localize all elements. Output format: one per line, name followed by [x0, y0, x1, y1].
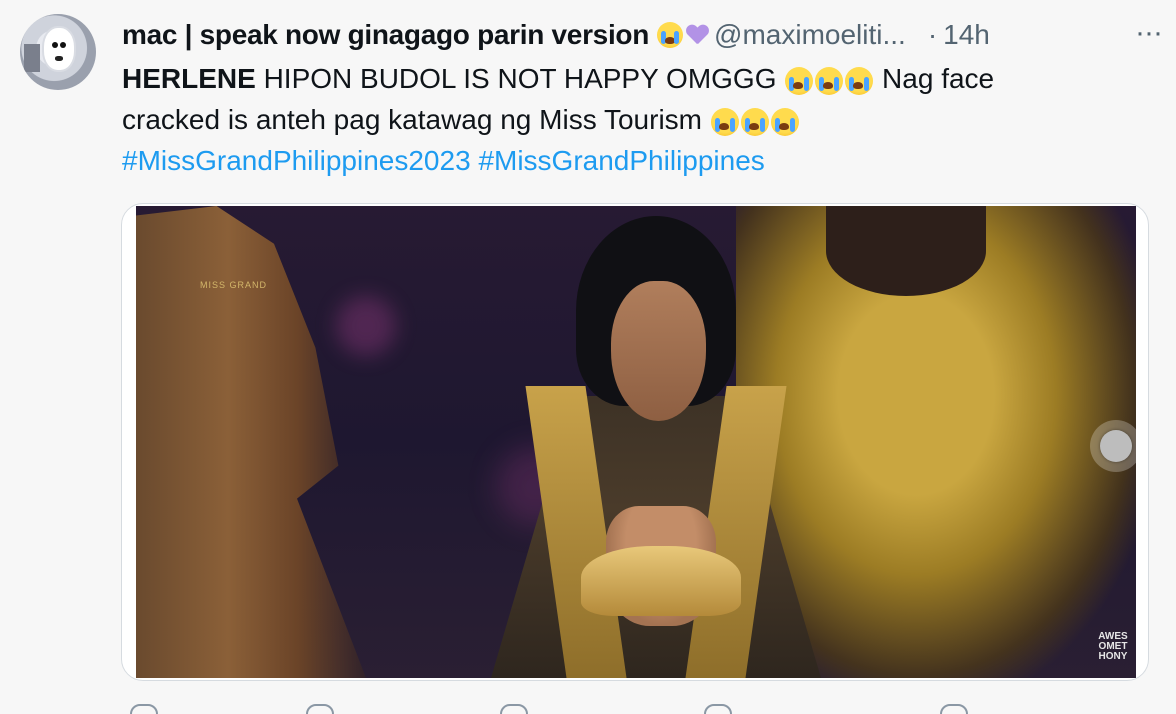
stage-watermark: MISS GRAND [200, 280, 268, 290]
share-icon[interactable] [940, 704, 968, 714]
crying-face-emoji-icon [770, 107, 799, 136]
retweet-icon[interactable] [306, 704, 334, 714]
video-player[interactable]: MISS GRAND AWES OMET HONY [136, 206, 1136, 678]
channel-watermark: AWES OMET HONY [1098, 631, 1128, 662]
crying-face-emoji-icon [740, 107, 769, 136]
avatar[interactable] [20, 14, 96, 90]
separator-dot: · [927, 19, 938, 50]
hashtag-link[interactable]: #MissGrandPhilippines2023 [122, 145, 471, 176]
display-name[interactable]: mac | speak now ginagago parin version [122, 19, 649, 51]
views-icon[interactable] [704, 704, 732, 714]
crying-face-emoji-icon [710, 107, 739, 136]
contestant-center-face [611, 281, 706, 421]
reply-icon[interactable] [130, 704, 158, 714]
tweet-text: HERLENE HIPON BUDOL IS NOT HAPPY OMGGG N… [122, 58, 1142, 181]
more-options-icon[interactable]: ··· [1135, 18, 1163, 48]
crying-face-emoji-icon [785, 66, 814, 95]
stage-light [336, 296, 396, 356]
tweet-header: mac | speak now ginagago parin version @… [122, 15, 1156, 55]
crying-face-emoji-icon [845, 66, 874, 95]
hashtag-link[interactable]: #MissGrandPhilippines [478, 145, 764, 176]
timestamp[interactable]: 14h [943, 19, 990, 51]
video-scrub-handle[interactable] [1090, 420, 1136, 472]
user-handle[interactable]: @maximoeliti... [714, 19, 906, 51]
contestant-right-hair [826, 206, 986, 296]
tweet-text-line1: HIPON BUDOL IS NOT HAPPY OMGGG [255, 63, 785, 94]
media-card[interactable]: MISS GRAND AWES OMET HONY [121, 203, 1149, 681]
action-bar [122, 704, 1022, 714]
like-icon[interactable] [500, 704, 528, 714]
tweet-text-line2: cracked is anteh pag katawag ng Miss Tou… [122, 104, 710, 135]
contestant-left [136, 206, 366, 678]
gown-bodice [581, 546, 741, 616]
crying-face-emoji-icon [657, 22, 684, 48]
crying-face-emoji-icon [815, 66, 844, 95]
tweet-text-line1-end: Nag face [874, 63, 995, 94]
tweet-bold-name: HERLENE [122, 63, 256, 94]
purple-heart-emoji-icon [686, 25, 708, 45]
avatar-mask [44, 28, 74, 70]
avatar-background [24, 44, 40, 72]
